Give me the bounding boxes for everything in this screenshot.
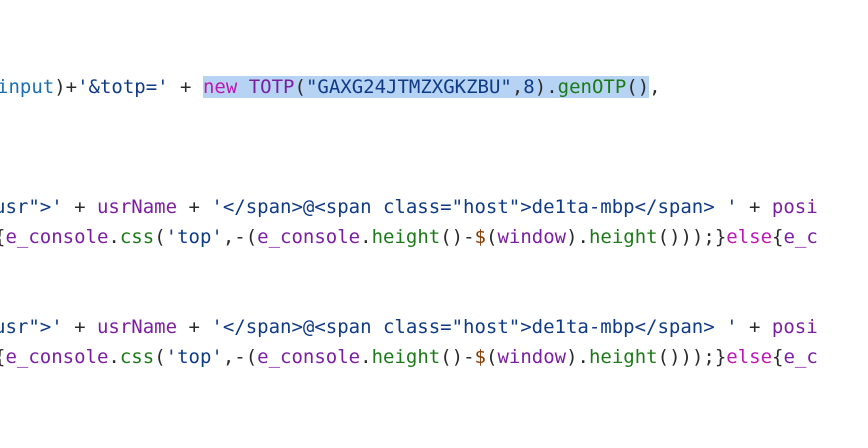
selected-code-token: ,	[511, 76, 524, 98]
code-token: e_console	[5, 226, 109, 248]
code-line-prompt-html-1[interactable]: usr">' + usrName + '</span>@<span class=…	[0, 192, 818, 222]
code-token: (	[486, 346, 498, 368]
code-token: height	[588, 346, 658, 368]
code-token: e_c	[783, 346, 818, 368]
code-token: '</span>@<span class="host">de1ta-mbp</s…	[211, 196, 738, 218]
code-token: )+	[54, 76, 78, 98]
code-token: css	[119, 346, 155, 368]
code-token: $	[474, 346, 486, 368]
code-token: +	[177, 316, 212, 338]
selected-code-token: ()	[626, 76, 650, 98]
code-token: ,-(	[222, 346, 258, 368]
code-token: css	[119, 226, 155, 248]
code-token: ).	[566, 346, 589, 368]
code-token: +	[737, 316, 772, 338]
code-token: height	[588, 226, 658, 248]
code-line-prompt-html-2[interactable]: usr">' + usrName + '</span>@<span class=…	[0, 312, 818, 342]
code-token: input	[0, 76, 55, 98]
code-token: e_c	[783, 226, 818, 248]
code-token: ()));}	[657, 346, 727, 368]
code-line-console-css-1[interactable]: {e_console.css('top',-(e_console.height(…	[0, 222, 818, 252]
code-line-console-css-2[interactable]: {e_console.css('top',-(e_console.height(…	[0, 342, 818, 372]
code-token: .	[360, 226, 372, 248]
selected-code-token	[237, 76, 249, 98]
code-token: 'top'	[165, 226, 223, 248]
selected-code-token: new	[202, 76, 238, 98]
code-token: +	[62, 196, 97, 218]
selected-code-token: "GAXG24JTMZXGKZBU"	[305, 76, 512, 98]
code-token: e_console	[257, 226, 361, 248]
code-token: window	[497, 226, 567, 248]
code-token: else	[726, 346, 773, 368]
code-token: 'top'	[165, 346, 223, 368]
code-token: +	[177, 196, 212, 218]
code-token: posi	[771, 316, 818, 338]
code-token: '&totp='	[77, 76, 169, 98]
code-token: ).	[566, 226, 589, 248]
selected-code-token: ).	[534, 76, 558, 98]
code-line-totp[interactable]: input)+'&totp=' + new TOTP("GAXG24JTMZXG…	[0, 72, 661, 102]
code-token: .	[360, 346, 372, 368]
code-token: height	[371, 346, 441, 368]
code-token: usr">'	[0, 316, 63, 338]
code-token: {	[772, 346, 784, 368]
code-token: ()));}	[657, 226, 727, 248]
code-token: $	[474, 226, 486, 248]
code-token: {	[772, 226, 784, 248]
selected-code-token: genOTP	[557, 76, 627, 98]
code-token: usrName	[96, 196, 178, 218]
code-token: '</span>@<span class="host">de1ta-mbp</s…	[211, 316, 738, 338]
code-editor[interactable]: input)+'&totp=' + new TOTP("GAXG24JTMZXG…	[0, 0, 868, 448]
code-token: .	[108, 226, 120, 248]
code-token: +	[737, 196, 772, 218]
selected-code-token: 8	[523, 76, 535, 98]
code-token: ()-	[440, 346, 475, 368]
selected-code-token: TOTP	[248, 76, 295, 98]
code-token: posi	[771, 196, 818, 218]
code-token: e_console	[5, 346, 109, 368]
code-token: height	[371, 226, 441, 248]
code-token: +	[168, 76, 203, 98]
code-token: e_console	[257, 346, 361, 368]
code-token: ,-(	[222, 226, 258, 248]
code-token: usr">'	[0, 196, 63, 218]
code-token: (	[154, 346, 166, 368]
code-token: else	[726, 226, 773, 248]
code-token: window	[497, 346, 567, 368]
code-token: ,	[649, 76, 661, 98]
selected-code-token: (	[294, 76, 306, 98]
code-token: ()-	[440, 226, 475, 248]
code-token: .	[108, 346, 120, 368]
code-token: (	[154, 226, 166, 248]
code-token: +	[62, 316, 97, 338]
code-token: usrName	[96, 316, 178, 338]
code-token: (	[486, 226, 498, 248]
